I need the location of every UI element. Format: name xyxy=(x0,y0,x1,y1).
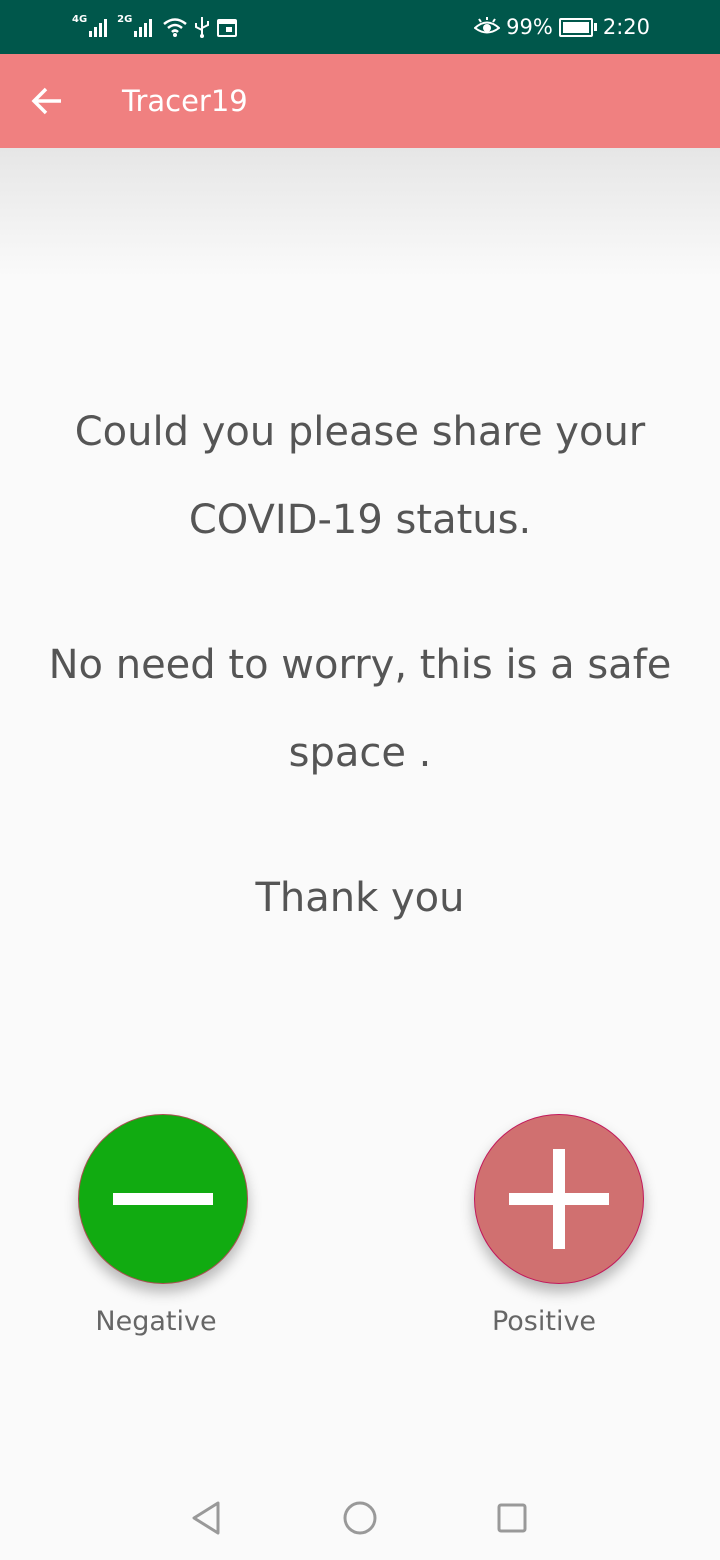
signal-icon xyxy=(89,19,108,37)
back-button[interactable] xyxy=(22,76,72,126)
back-triangle-icon xyxy=(192,1501,220,1535)
prompt-thanks: Thank you xyxy=(255,875,465,921)
wifi-icon xyxy=(163,18,188,37)
battery-icon xyxy=(558,17,597,37)
negative-button[interactable] xyxy=(78,1114,248,1284)
status-bar-right: 99% 2:20 xyxy=(474,12,650,42)
positive-button[interactable] xyxy=(474,1114,644,1284)
prompt-question: Could you please share your COVID-19 sta… xyxy=(74,409,646,543)
recents-square-icon xyxy=(497,1503,527,1533)
app-title: Tracer19 xyxy=(122,84,248,118)
plus-vertical-bar xyxy=(553,1149,565,1249)
nav-home-button[interactable] xyxy=(340,1498,380,1538)
status-prompt: Could you please share your COVID-19 sta… xyxy=(20,388,700,999)
clock-time: 2:20 xyxy=(602,15,650,39)
status-bar-left: 4G 2G xyxy=(72,12,238,42)
network-type-2: 2G xyxy=(117,13,133,25)
signal-icon xyxy=(134,19,153,37)
navigation-bar xyxy=(0,1476,720,1560)
back-arrow-icon xyxy=(31,87,61,115)
network-type-1: 4G xyxy=(72,13,88,25)
prompt-reassurance: No need to worry, this is a safe space . xyxy=(48,642,672,776)
battery-level xyxy=(562,21,589,33)
home-circle-icon xyxy=(343,1501,377,1535)
negative-label: Negative xyxy=(95,1306,217,1337)
usb-icon xyxy=(195,17,210,38)
minus-bar xyxy=(113,1193,213,1205)
battery-percent: 99% xyxy=(506,15,553,39)
status-bar: 4G 2G 99% 2:20 xyxy=(0,0,720,54)
eye-icon xyxy=(474,17,501,34)
app-bar: Tracer19 xyxy=(0,54,720,148)
calendar-icon xyxy=(217,19,238,37)
positive-label: Positive xyxy=(491,1306,597,1337)
nav-back-button[interactable] xyxy=(186,1498,226,1538)
nav-recents-button[interactable] xyxy=(492,1498,532,1538)
app-bar-shadow xyxy=(0,148,720,278)
